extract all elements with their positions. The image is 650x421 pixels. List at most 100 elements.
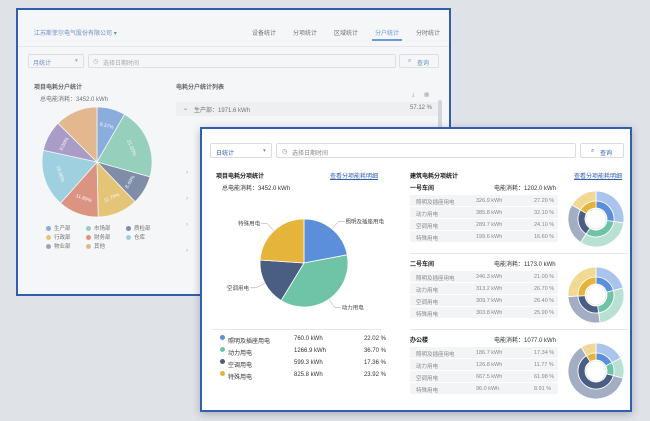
energy-label: 电能消耗：	[494, 262, 525, 268]
item-pct: 22.02 %	[363, 336, 386, 342]
building-row-name: 动力用电	[416, 211, 439, 218]
item-value: 599.3 kWh	[294, 360, 323, 366]
ring-center	[585, 208, 607, 230]
building-row-pct: 8.91 %	[534, 385, 552, 392]
building-ring-chart	[567, 266, 625, 324]
building-row-pct: 21.00 %	[534, 273, 555, 280]
building-row-value: 303.8 kWh	[476, 309, 503, 316]
item-pct: 17.36 %	[363, 360, 386, 366]
building-stats-title: 建筑电耗分项统计	[410, 174, 459, 180]
energy-label: 电能消耗：	[494, 338, 525, 344]
building-row-pct: 32.10 %	[534, 209, 555, 216]
building-total: 1202.0 kWh	[524, 186, 557, 192]
building-row-name: 空调用电	[416, 299, 439, 306]
building-row-value: 96.0 kWh	[476, 385, 500, 392]
building-row-pct: 24.10 %	[534, 221, 555, 228]
view-item-details-link[interactable]: 查看分项能耗明细	[330, 171, 378, 180]
item-dot-icon	[220, 359, 225, 364]
item-name: 空调用电	[228, 363, 253, 369]
item-pct: 36.70 %	[363, 348, 386, 354]
clock-icon: ◷	[282, 148, 288, 155]
period-select[interactable]: 日统计 ▾	[210, 143, 272, 158]
building-row-pct: 26.40 %	[534, 297, 555, 304]
building-row-name: 照明及插座用电	[416, 351, 455, 358]
building-name: 一号车间	[410, 186, 435, 192]
item-value: 760.0 kWh	[294, 336, 323, 342]
building-row-name: 照明及插座用电	[416, 199, 455, 206]
item-dot-icon	[220, 335, 225, 340]
search-label: 查询	[600, 150, 613, 157]
item-slice-label-0: 照明及插座用电	[345, 217, 384, 225]
building-row-pct: 26.70 %	[534, 285, 555, 292]
building-ring-chart	[567, 342, 625, 400]
building-row-name: 特殊用电	[416, 235, 439, 242]
item-leader-line-2	[250, 282, 266, 289]
item-dot-icon	[220, 347, 225, 352]
item-slice-3	[259, 218, 305, 264]
front-window: 日统计 ▾ ◷ 选择日期时间 ⌕ 查询 项目电耗分项统计 查看分项能耗明细 总电…	[200, 127, 632, 412]
ring-center	[585, 284, 607, 306]
date-input[interactable]: ◷ 选择日期时间	[276, 143, 576, 158]
building-row-value: 289.7 kWh	[476, 221, 503, 228]
item-slice-label-1: 动力用电	[342, 303, 365, 311]
search-icon: ⌕	[591, 147, 595, 154]
building-row-value: 667.5 kWh	[476, 373, 503, 380]
item-row[interactable]: 照明及插座用电 760.0 kWh 22.02 %	[220, 335, 386, 346]
building-block: 二号车间 电能消耗：1173.0 kWh 照明及插座用电 246.3 kWh 21.00…	[406, 257, 630, 333]
item-row[interactable]: 特殊用电 825.8 kWh 23.92 %	[220, 371, 386, 382]
ring-center	[585, 360, 607, 382]
building-block: 一号车间 电能消耗：1202.0 kWh 照明及插座用电 326.9 kWh 27.20…	[406, 181, 630, 257]
item-row[interactable]: 动力用电 1266.9 kWh 36.70 %	[220, 347, 386, 358]
building-row-name: 动力用电	[416, 363, 439, 370]
date-placeholder: 选择日期时间	[292, 150, 329, 157]
energy-label: 电能消耗：	[494, 186, 525, 192]
item-leader-line-1	[328, 299, 341, 308]
building-row-name: 特殊用电	[416, 311, 439, 318]
item-pie-chart: 照明及插座用电动力用电 空调用电 特殊用电	[227, 217, 384, 311]
item-name: 动力用电	[228, 351, 253, 357]
building-row-value: 199.6 kWh	[476, 233, 503, 240]
item-value: 825.8 kWh	[294, 372, 323, 378]
building-row-pct: 11.77 %	[534, 361, 554, 368]
building-row-value: 385.8 kWh	[476, 209, 503, 216]
building-row-value: 246.3 kWh	[476, 273, 503, 280]
building-ring-chart	[567, 190, 625, 248]
item-pct: 23.92 %	[363, 372, 386, 378]
building-row-name: 照明及插座用电	[416, 275, 455, 282]
caret-down-icon: ▾	[263, 148, 266, 154]
building-row-pct: 27.20 %	[534, 197, 555, 204]
item-dot-icon	[220, 371, 225, 376]
building-row-value: 326.9 kWh	[476, 197, 503, 204]
search-button[interactable]: ⌕ 查询	[580, 143, 624, 158]
building-row-name: 动力用电	[416, 287, 439, 294]
view-building-details-link[interactable]: 查看分项能耗明细	[574, 171, 622, 180]
item-leader-line-3	[261, 223, 275, 232]
building-row-value: 313.2 kWh	[476, 285, 503, 292]
item-value: 1266.9 kWh	[294, 348, 327, 354]
item-leader-line-0	[331, 221, 345, 230]
building-name: 二号车间	[410, 262, 435, 268]
building-total: 1173.0 kWh	[524, 262, 556, 268]
period-value: 日统计	[216, 150, 235, 157]
building-name: 办公楼	[410, 338, 429, 344]
building-row-pct: 16.60 %	[534, 233, 555, 240]
total-label: 总电能消耗：	[222, 186, 259, 192]
item-name: 照明及插座用电	[228, 339, 271, 345]
total-value: 3452.0 kWh	[258, 186, 291, 192]
building-list: 一号车间 电能消耗：1202.0 kWh 照明及插座用电 326.9 kWh 27.20…	[406, 181, 630, 409]
building-total: 1077.0 kWh	[524, 338, 557, 344]
item-row[interactable]: 空调用电 599.3 kWh 17.36 %	[220, 359, 386, 370]
building-row-name: 空调用电	[416, 375, 439, 382]
building-row-pct: 25.90 %	[534, 309, 555, 316]
building-row-value: 186.7 kWh	[476, 349, 503, 356]
building-row-value: 309.7 kWh	[476, 297, 503, 304]
building-row-pct: 17.34 %	[534, 349, 555, 356]
item-slice-label-2: 空调用电	[227, 284, 250, 292]
item-list: 照明及插座用电 760.0 kWh 22.02 % 动力用电 1266.9 kWh 36.…	[220, 335, 386, 383]
building-row-value: 126.8 kWh	[476, 361, 503, 368]
building-row-name: 空调用电	[416, 223, 439, 230]
item-stats-title: 项目电耗分项统计	[216, 174, 265, 180]
building-block: 办公楼 电能消耗：1077.0 kWh 照明及插座用电 186.7 kWh 17.34 …	[406, 333, 630, 409]
item-slice-label-3: 特殊用电	[238, 220, 261, 228]
item-name: 特殊用电	[228, 375, 253, 381]
